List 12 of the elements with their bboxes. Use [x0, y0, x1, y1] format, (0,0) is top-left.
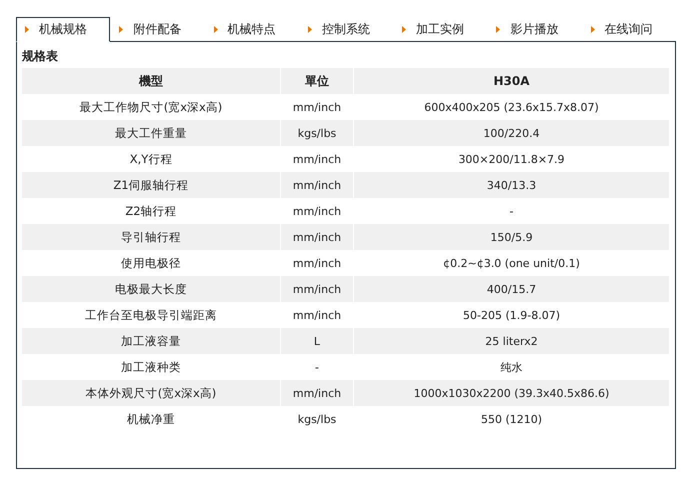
arrow-icon [214, 26, 218, 33]
arrow-icon [308, 26, 312, 33]
arrow-icon [590, 26, 595, 33]
table-cell: kgs/lbs [280, 406, 354, 432]
section-title: 规格表 [22, 48, 59, 65]
arrow-icon [119, 26, 124, 33]
arrow-icon [496, 26, 500, 33]
table-cell: 550 (1210) [354, 406, 670, 432]
arrow-icon [25, 26, 29, 33]
arrow-icon [402, 26, 406, 33]
table-cell: 机械净重 [22, 406, 280, 432]
tab[interactable]: 机械规格 [16, 17, 110, 42]
